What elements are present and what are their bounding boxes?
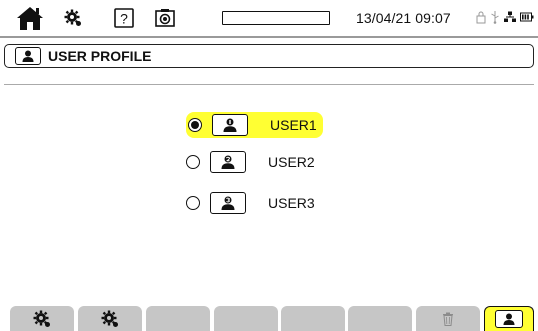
radio-button[interactable] — [186, 196, 200, 210]
title-separator — [4, 84, 534, 85]
trash-icon — [443, 312, 453, 326]
user-icon — [210, 192, 246, 214]
radio-selected-dot — [191, 121, 199, 129]
radio-button[interactable] — [188, 118, 202, 132]
tab-delete[interactable] — [416, 306, 480, 331]
radio-button[interactable] — [186, 155, 200, 169]
gear-icon — [33, 310, 50, 327]
help-icon[interactable]: ? — [112, 0, 136, 36]
home-icon[interactable] — [12, 0, 48, 36]
user-icon — [210, 151, 246, 173]
gear-icon[interactable] — [60, 0, 86, 36]
user-label: USER3 — [268, 195, 315, 211]
tab-empty-3[interactable] — [146, 306, 210, 331]
gear-icon — [101, 310, 118, 327]
tab-user-profile[interactable] — [484, 306, 534, 331]
battery-icon — [520, 12, 534, 22]
user-label: USER2 — [268, 154, 315, 170]
top-toolbar: ? 13/04/21 09:07 — [0, 0, 538, 36]
user-row-user2[interactable]: USER2 — [186, 149, 315, 175]
tab-empty-6[interactable] — [348, 306, 412, 331]
status-icons — [476, 10, 534, 24]
user-row-user1[interactable]: USER1 — [186, 112, 323, 138]
tab-empty-4[interactable] — [214, 306, 278, 331]
network-icon — [504, 11, 516, 22]
camera-icon[interactable] — [153, 0, 177, 36]
svg-text:?: ? — [120, 11, 128, 27]
user-icon — [212, 114, 248, 136]
tab-empty-5[interactable] — [281, 306, 345, 331]
page-title: USER PROFILE — [48, 48, 152, 64]
user-profile-icon — [15, 47, 41, 65]
title-bar: USER PROFILE — [4, 44, 534, 68]
bottom-tab-bar — [0, 306, 538, 331]
date-time: 13/04/21 09:07 — [356, 10, 451, 26]
user-row-user3[interactable]: USER3 — [186, 190, 315, 216]
progress-bar — [222, 11, 330, 25]
user-profile-icon — [495, 310, 523, 328]
lock-icon — [476, 11, 486, 23]
user-label: USER1 — [270, 117, 317, 133]
tab-settings-1[interactable] — [10, 306, 74, 331]
usb-icon — [491, 11, 499, 24]
top-separator — [0, 36, 538, 38]
tab-settings-2[interactable] — [78, 306, 142, 331]
